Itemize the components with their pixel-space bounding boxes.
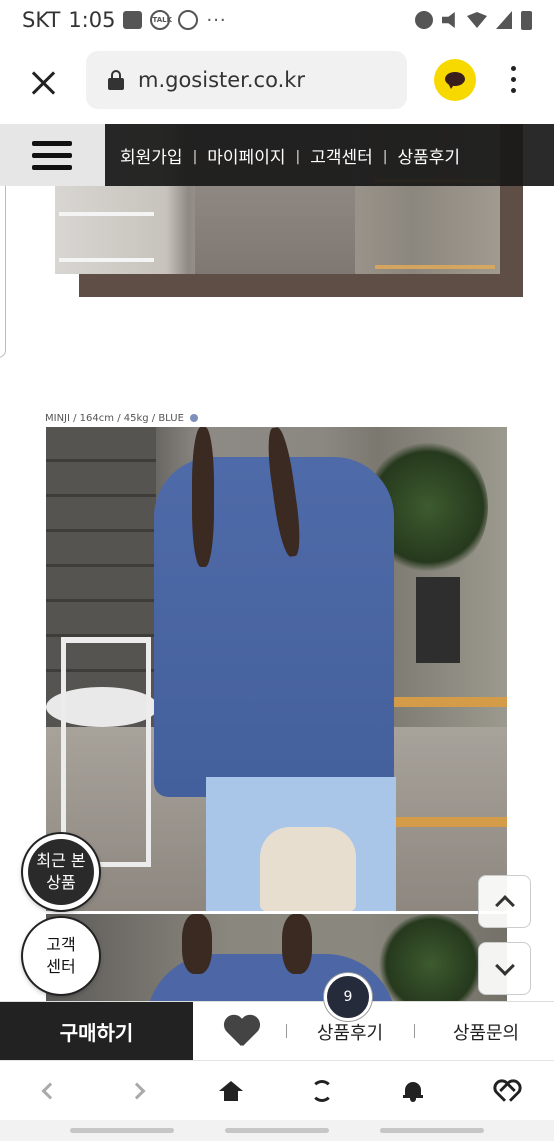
signal-icon <box>496 11 512 29</box>
buy-button[interactable]: 구매하기 <box>0 1002 193 1061</box>
nav-mypage[interactable]: 마이페이지 <box>207 143 285 168</box>
wifi-icon <box>467 12 487 28</box>
nav-reviews[interactable]: 상품후기 <box>397 143 460 168</box>
customer-center-label-2: 센터 <box>46 957 76 976</box>
menu-button[interactable] <box>0 124 105 186</box>
refresh-icon <box>311 1080 333 1102</box>
site-top-nav: 회원가입 | 마이페이지 | 고객센터 | 상품후기 <box>0 124 554 186</box>
chevron-right-icon <box>128 1082 145 1100</box>
mute-icon <box>442 12 455 28</box>
product-inquiry-tab[interactable]: 상품문의 <box>418 1002 554 1061</box>
url-field[interactable]: m.gosister.co.kr <box>86 51 407 109</box>
home-button[interactable] <box>216 1076 246 1106</box>
browser-menu-icon[interactable] <box>508 66 518 96</box>
favorites-button[interactable] <box>490 1076 520 1106</box>
clock-time: 1:05 <box>68 8 116 32</box>
gesture-handle-right[interactable] <box>380 1128 484 1133</box>
customer-center-label-1: 고객 <box>46 935 76 954</box>
carrier-label: SKT <box>22 8 61 32</box>
product-photo-main <box>46 427 507 911</box>
forward-button[interactable] <box>124 1076 154 1106</box>
nav-customer-center[interactable]: 고객센터 <box>310 143 373 168</box>
system-gesture-bar <box>0 1120 554 1141</box>
nav-separator: | <box>382 149 388 165</box>
messenger-icon <box>178 10 199 30</box>
customer-center-button[interactable]: 고객 센터 <box>23 918 99 994</box>
page-content: MINJI / 164cm / 45kg / BLUE <box>0 124 554 1061</box>
review-count-badge: 9 <box>324 973 372 1021</box>
more-notifications-icon: ··· <box>206 9 227 31</box>
chevron-down-icon <box>494 955 515 976</box>
browser-toolbar <box>0 1060 554 1120</box>
heart-icon <box>223 1016 259 1048</box>
refresh-button[interactable] <box>307 1076 337 1106</box>
color-swatch-dot <box>190 414 199 422</box>
chevron-left-icon <box>41 1082 58 1100</box>
home-icon <box>219 1081 243 1101</box>
wishlist-button[interactable] <box>193 1002 289 1061</box>
notifications-button[interactable] <box>398 1076 428 1106</box>
hamburger-icon <box>32 141 72 171</box>
url-text: m.gosister.co.kr <box>138 68 306 92</box>
heart-outline-icon <box>494 1080 516 1102</box>
model-info-text: MINJI / 164cm / 45kg / BLUE <box>45 413 184 424</box>
status-bar: SKT 1:05 TALK ··· <box>0 0 554 40</box>
recent-viewed-label-1: 최근 본 <box>36 851 86 870</box>
status-left: SKT 1:05 TALK ··· <box>22 8 227 32</box>
lock-icon <box>108 70 124 90</box>
chevron-up-icon <box>494 894 515 915</box>
nav-links: 회원가입 | 마이페이지 | 고객센터 | 상품후기 <box>120 124 460 186</box>
back-button[interactable] <box>32 1076 62 1106</box>
close-tab-button[interactable] <box>26 66 60 100</box>
purchase-bar: 구매하기 상품후기 상품문의 <box>0 1001 554 1061</box>
recent-viewed-button[interactable]: 최근 본 상품 <box>23 834 99 910</box>
battery-icon <box>521 10 532 30</box>
photo-frame-bottom <box>79 274 523 297</box>
model-info-caption: MINJI / 164cm / 45kg / BLUE <box>45 413 199 424</box>
status-right <box>415 10 532 30</box>
recent-viewed-label-2: 상품 <box>46 873 76 892</box>
talk-icon: TALK <box>150 10 172 30</box>
nav-separator: | <box>192 149 198 165</box>
divider <box>286 1024 287 1038</box>
nav-signup[interactable]: 회원가입 <box>120 143 183 168</box>
browser-address-bar: m.gosister.co.kr <box>0 40 554 124</box>
gallery-icon <box>123 11 143 29</box>
alarm-icon <box>415 11 433 29</box>
nav-separator: | <box>295 149 301 165</box>
scroll-top-button[interactable] <box>478 875 531 928</box>
scroll-bottom-button[interactable] <box>478 942 531 995</box>
divider <box>414 1024 415 1038</box>
gesture-handle-left[interactable] <box>70 1128 174 1133</box>
bell-icon <box>403 1080 423 1102</box>
gesture-handle-center[interactable] <box>225 1128 329 1133</box>
kakao-chat-button[interactable] <box>434 59 476 101</box>
